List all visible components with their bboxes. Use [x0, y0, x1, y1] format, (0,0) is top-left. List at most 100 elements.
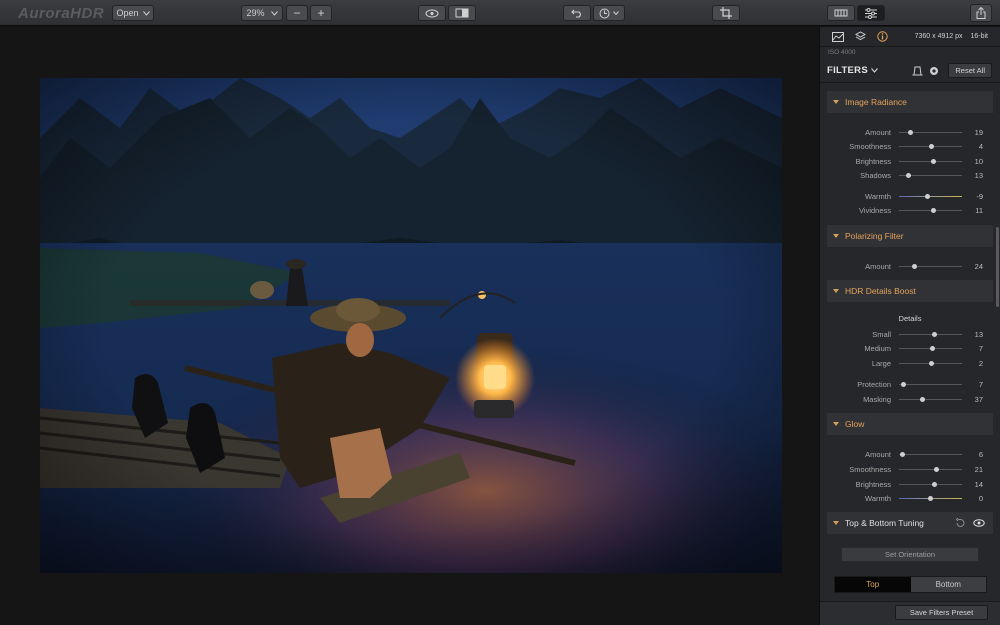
slider-label: Amount	[865, 450, 891, 459]
gear-icon[interactable]	[929, 66, 939, 76]
section-title: Polarizing Filter	[845, 231, 904, 241]
slider-smoothness: Smoothness 21	[827, 463, 993, 476]
slider-shadows: Shadows 13	[827, 169, 993, 182]
slider-track[interactable]	[899, 263, 962, 269]
zoom-out-button[interactable]: −	[286, 5, 308, 21]
compare-button[interactable]	[448, 5, 476, 21]
slider-label: Brightness	[855, 157, 891, 166]
slider-medium: Medium 7	[827, 342, 993, 355]
image-dimensions: 7360 x 4912 px	[914, 33, 963, 40]
slider-track[interactable]	[899, 466, 962, 472]
slider-knob[interactable]	[931, 158, 937, 164]
slider-value: 21	[974, 465, 983, 474]
slider-label: Brightness	[855, 480, 891, 489]
slider-track[interactable]	[899, 451, 962, 457]
slider-knob[interactable]	[931, 207, 937, 213]
bottom-segment[interactable]: Bottom	[910, 577, 986, 592]
reset-all-button[interactable]: Reset All	[948, 63, 992, 78]
slider-knob[interactable]	[924, 193, 930, 199]
slider-track[interactable]	[899, 345, 962, 351]
layers-toggle-button[interactable]	[827, 5, 855, 21]
filters-panel: 7360 x 4912 px 16-bit ISO 4000 FILTERS R…	[819, 27, 1000, 625]
slider-track[interactable]	[899, 331, 962, 337]
slider-track[interactable]	[899, 143, 962, 149]
slider-knob[interactable]	[929, 345, 935, 351]
histogram-icon[interactable]	[832, 31, 844, 42]
slider-track[interactable]	[899, 207, 962, 213]
slider-value: 4	[978, 142, 983, 151]
section-header-image-radiance[interactable]: Image Radiance	[827, 91, 993, 113]
set-orientation-button[interactable]: Set Orientation	[841, 547, 979, 562]
slider-label: Smoothness	[849, 465, 891, 474]
history-button[interactable]	[593, 5, 625, 21]
slider-track[interactable]	[899, 396, 962, 402]
section-title: Glow	[845, 419, 865, 429]
slider-small: Small 13	[827, 328, 993, 341]
chevron-down-icon[interactable]	[871, 68, 878, 73]
section-header-glow[interactable]: Glow	[827, 413, 993, 435]
slider-track[interactable]	[899, 193, 962, 199]
section-header-top-bottom[interactable]: Top & Bottom Tuning	[827, 512, 993, 534]
clock-icon	[599, 8, 610, 18]
slider-track[interactable]	[899, 158, 962, 164]
details-sublabel: Details	[898, 314, 922, 323]
image-info: 7360 x 4912 px 16-bit	[915, 33, 988, 40]
open-button[interactable]: Open	[112, 5, 154, 21]
eye-icon[interactable]	[973, 519, 985, 527]
slider-knob[interactable]	[908, 129, 914, 135]
save-filters-preset-button[interactable]: Save Filters Preset	[895, 605, 988, 620]
sliders-icon	[865, 7, 877, 19]
slider-knob[interactable]	[905, 172, 911, 178]
zoom-in-button[interactable]: +	[310, 5, 332, 21]
info-icon[interactable]	[877, 31, 888, 42]
crop-icon	[720, 7, 732, 19]
layers-stack-icon[interactable]	[855, 31, 866, 42]
app-logo: AuroraHDR	[18, 5, 105, 22]
slider-track[interactable]	[899, 495, 962, 501]
zoom-dropdown[interactable]: 29%	[241, 5, 283, 21]
slider-value: 19	[974, 128, 983, 137]
slider-label: Warmth	[865, 192, 891, 201]
reset-section-icon[interactable]	[955, 518, 965, 528]
slider-knob[interactable]	[919, 396, 925, 402]
slider-knob[interactable]	[900, 381, 906, 387]
slider-value: -9	[976, 192, 983, 201]
undo-button[interactable]	[563, 5, 591, 21]
slider-label: Protection	[857, 380, 891, 389]
section-title: Top & Bottom Tuning	[845, 518, 924, 528]
image-canvas[interactable]	[0, 27, 819, 625]
crop-button[interactable]	[712, 5, 740, 21]
layers-icon	[834, 9, 848, 17]
slider-knob[interactable]	[911, 263, 917, 269]
slider-knob[interactable]	[931, 331, 937, 337]
filters-toggle-button[interactable]	[857, 5, 885, 21]
slider-value: 11	[975, 206, 983, 215]
share-button[interactable]	[970, 4, 992, 22]
slider-knob[interactable]	[928, 360, 934, 366]
slider-value: 7	[978, 344, 983, 353]
section-header-polarizing[interactable]: Polarizing Filter	[827, 225, 993, 247]
preview-button[interactable]	[418, 5, 446, 21]
slider-knob[interactable]	[932, 481, 938, 487]
slider-knob[interactable]	[928, 495, 933, 501]
top-segment[interactable]: Top	[835, 577, 911, 592]
panel-scrollbar[interactable]	[996, 227, 999, 307]
slider-value: 13	[974, 171, 983, 180]
slider-track[interactable]	[899, 481, 962, 487]
slider-knob[interactable]	[900, 451, 906, 457]
collapse-arrow-icon	[833, 100, 839, 104]
slider-knob[interactable]	[934, 466, 940, 472]
collapse-arrow-icon	[833, 521, 839, 525]
slider-label: Large	[871, 359, 891, 368]
slider-protection: Protection 7	[827, 378, 993, 391]
slider-track[interactable]	[899, 129, 962, 135]
slider-value: 37	[974, 395, 983, 404]
mask-icon[interactable]	[912, 66, 923, 76]
filters-dropdown[interactable]: FILTERS	[827, 65, 868, 76]
slider-amount: Amount 24	[827, 260, 993, 273]
slider-track[interactable]	[899, 172, 962, 178]
slider-knob[interactable]	[929, 143, 935, 149]
slider-track[interactable]	[899, 381, 962, 387]
section-header-hdr-details[interactable]: HDR Details Boost	[827, 280, 993, 302]
slider-track[interactable]	[899, 360, 962, 366]
